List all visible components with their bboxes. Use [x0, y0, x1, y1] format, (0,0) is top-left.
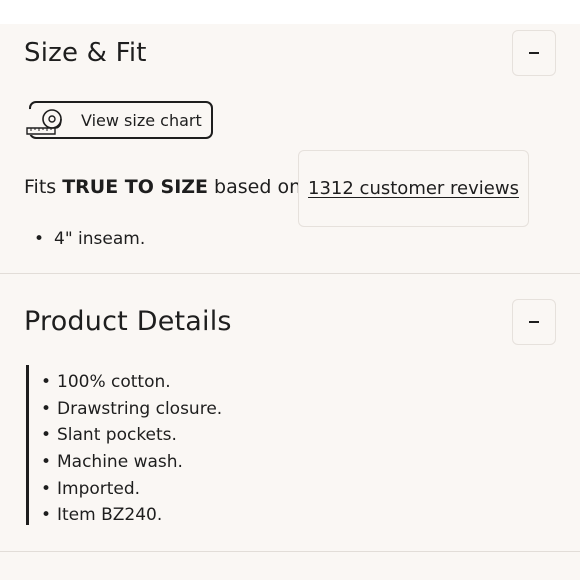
size-fit-section: Size & Fit View size chart Fits TRUE TO … — [0, 24, 580, 274]
view-size-chart-label: View size chart — [81, 110, 202, 130]
product-details-list: 100% cotton. Drawstring closure. Slant p… — [26, 365, 222, 525]
customer-reviews-link-box[interactable]: 1312 customer reviews — [298, 150, 529, 227]
product-details-title: Product Details — [24, 306, 232, 337]
list-item: Slant pockets. — [41, 422, 222, 449]
product-details-collapse-button[interactable] — [512, 299, 556, 345]
list-item: 100% cotton. — [41, 369, 222, 396]
list-item: Item BZ240. — [41, 502, 222, 529]
product-info-page: Size & Fit View size chart Fits TRUE TO … — [0, 0, 580, 580]
size-fit-title: Size & Fit — [24, 38, 147, 68]
fit-prefix: Fits — [24, 176, 57, 198]
size-fit-list: 4" inseam. — [34, 229, 145, 249]
size-fit-collapse-button[interactable] — [512, 30, 556, 76]
list-item: 4" inseam. — [34, 229, 145, 249]
customer-reviews-link[interactable]: 1312 customer reviews — [308, 178, 519, 199]
fit-emphasis: TRUE TO SIZE — [62, 176, 209, 198]
bottom-spacer — [0, 552, 580, 580]
fit-summary: Fits TRUE TO SIZE based on — [24, 176, 301, 198]
list-item: Drawstring closure. — [41, 396, 222, 423]
list-item: Imported. — [41, 476, 222, 503]
minus-icon — [529, 52, 539, 54]
fit-suffix: based on — [214, 176, 302, 198]
view-size-chart-button[interactable]: View size chart — [26, 101, 213, 139]
list-item: Machine wash. — [41, 449, 222, 476]
tape-measure-icon — [26, 109, 70, 135]
minus-icon — [529, 321, 539, 323]
top-spacer — [0, 0, 580, 24]
product-details-section: Product Details 100% cotton. Drawstring … — [0, 274, 580, 552]
